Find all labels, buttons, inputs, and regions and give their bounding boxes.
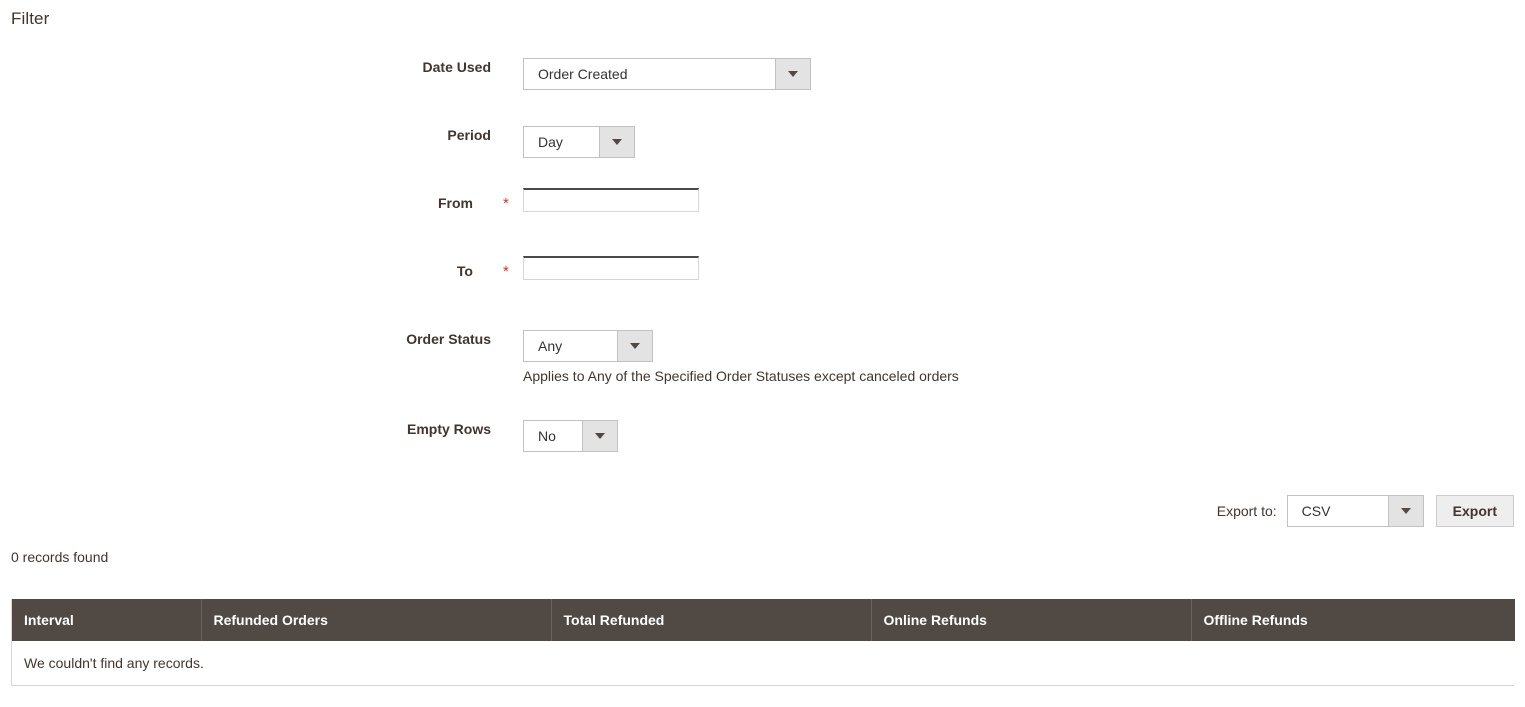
label-period: Period [447,127,491,143]
column-header-offline-refunds[interactable]: Offline Refunds [1191,599,1515,641]
order-status-select[interactable]: Any [523,330,653,362]
control-empty-rows: No [523,420,618,452]
export-to-label: Export to: [1216,503,1277,519]
refunds-grid: Interval Refunded Orders Total Refunded … [11,599,1515,686]
label-order-status: Order Status [406,331,491,347]
chevron-down-icon[interactable] [1387,496,1423,526]
table-header-row: Interval Refunded Orders Total Refunded … [12,599,1515,641]
period-select[interactable]: Day [523,126,635,158]
period-selected-value: Day [524,127,599,157]
export-format-selected-value: CSV [1287,496,1388,526]
export-bar: Export to: CSV Export [1217,495,1514,527]
label-date-used: Date Used [422,59,491,75]
field-row-date-used: Date Used Order Created [0,58,1525,126]
chevron-down-icon[interactable] [617,331,652,361]
filter-form: Date Used Order Created Period Day From … [0,58,1525,488]
order-status-selected-value: Any [524,331,617,361]
empty-records-message: We couldn't find any records. [12,641,1515,685]
label-from: From [438,195,473,211]
field-row-empty-rows: Empty Rows No [0,420,1525,488]
empty-rows-selected-value: No [524,421,582,451]
required-asterisk-from: * [503,195,509,212]
control-to [523,256,699,280]
control-order-status: Any [523,330,653,362]
export-button[interactable]: Export [1435,495,1514,527]
date-used-select[interactable]: Order Created [523,58,811,90]
order-status-note: Applies to Any of the Specified Order St… [523,368,959,384]
from-date-input[interactable] [523,188,699,212]
column-header-online-refunds[interactable]: Online Refunds [871,599,1192,641]
control-date-used: Order Created [523,58,811,90]
chevron-down-icon[interactable] [582,421,617,451]
column-header-refunded-orders[interactable]: Refunded Orders [201,599,552,641]
field-row-to: To * [0,256,1525,330]
control-from [523,188,699,212]
column-header-total-refunded[interactable]: Total Refunded [551,599,872,641]
table-header: Interval Refunded Orders Total Refunded … [12,599,1515,641]
export-format-select[interactable]: CSV [1286,495,1424,527]
chevron-down-icon[interactable] [599,127,634,157]
empty-rows-select[interactable]: No [523,420,618,452]
field-row-order-status: Order Status Any Applies to Any of the S… [0,330,1525,420]
table-row-empty: We couldn't find any records. [12,641,1515,685]
required-asterisk-to: * [503,263,509,280]
table-body: We couldn't find any records. [12,641,1515,685]
to-date-input[interactable] [523,256,699,280]
label-to: To [456,263,473,279]
date-used-selected-value: Order Created [524,59,775,89]
label-empty-rows: Empty Rows [406,421,491,437]
records-found-count: 0 records found [11,549,109,565]
column-header-interval[interactable]: Interval [12,599,202,641]
field-row-period: Period Day [0,126,1525,194]
page-title: Filter [11,9,50,28]
control-period: Day [523,126,635,158]
refunds-table: Interval Refunded Orders Total Refunded … [12,599,1515,685]
chevron-down-icon[interactable] [775,59,810,89]
field-row-from: From * [0,188,1525,262]
